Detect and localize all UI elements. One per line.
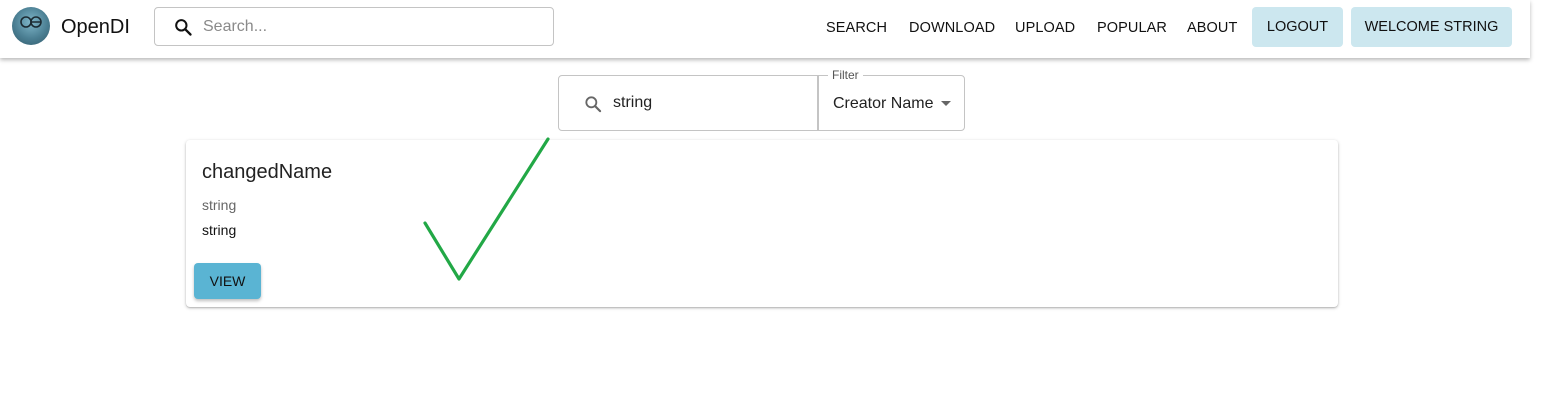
logout-button[interactable]: LOGOUT [1252, 7, 1343, 47]
nav-search[interactable]: SEARCH [826, 0, 887, 56]
filter-select-label: Filter [828, 68, 863, 82]
nav-upload[interactable]: UPLOAD [1015, 0, 1075, 56]
filter-select-value: Creator Name [833, 95, 934, 112]
result-search-field[interactable] [558, 75, 818, 131]
search-icon [175, 19, 192, 36]
nav-about[interactable]: ABOUT [1187, 0, 1237, 56]
brand-name[interactable]: OpenDI [61, 15, 130, 39]
nav-download[interactable]: DOWNLOAD [909, 0, 995, 56]
result-title: changedName [202, 161, 333, 183]
result-description: string [202, 222, 237, 238]
header-search-bar[interactable] [154, 7, 554, 46]
header-search-input[interactable] [203, 9, 543, 44]
result-search-input[interactable] [613, 88, 808, 118]
caret-down-icon [941, 101, 951, 106]
opendi-logo[interactable] [12, 7, 50, 45]
search-icon [585, 96, 602, 113]
nav-popular[interactable]: POPULAR [1097, 0, 1167, 56]
app-bar: OpenDI SEARCH DOWNLOAD UPLOAD POPULAR AB… [0, 0, 1530, 58]
result-subtitle: string [202, 197, 237, 213]
logo-mark-icon [20, 16, 42, 28]
welcome-user-button[interactable]: WELCOME STRING [1351, 7, 1512, 47]
filter-select[interactable]: Filter Creator Name [818, 68, 965, 131]
result-card: changedName string string VIEW [186, 140, 1338, 307]
view-button[interactable]: VIEW [194, 263, 261, 299]
